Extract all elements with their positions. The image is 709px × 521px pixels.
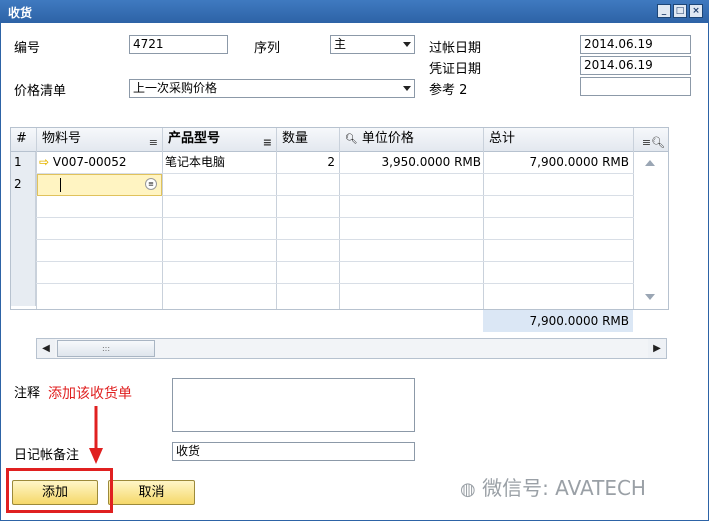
price-list-value: 上一次采购价格: [133, 81, 218, 95]
table-row[interactable]: [11, 218, 668, 240]
table-row[interactable]: 2 ≡: [11, 174, 668, 196]
table-row[interactable]: [11, 262, 668, 284]
reference-label: 参考 2: [429, 83, 468, 98]
model-cell[interactable]: 笔记本电脑: [165, 152, 275, 174]
posting-date-label: 过帐日期: [429, 41, 482, 56]
col-header-total[interactable]: 总计: [484, 128, 634, 152]
chevron-down-icon[interactable]: [403, 86, 411, 91]
text-cursor: [60, 178, 61, 192]
row-number: [11, 218, 36, 240]
scroll-right-icon[interactable]: ▶: [648, 339, 666, 358]
item-no-input[interactable]: ≡: [37, 174, 162, 196]
number-label: 编号: [14, 41, 41, 56]
series-dropdown[interactable]: 主: [330, 35, 415, 54]
title-bar: 收货 _ □ ×: [0, 0, 709, 23]
number-field[interactable]: 4721: [129, 35, 228, 54]
grid-header: # 物料号 ≡ 产品型号 ≡ 数量 🔍︎ 单位价格 总计 ≡🔍︎: [11, 128, 668, 152]
table-row[interactable]: [11, 240, 668, 262]
horizontal-scrollbar[interactable]: ◀ ::: ▶: [36, 338, 667, 359]
column-menu-icon[interactable]: ≡: [263, 132, 272, 152]
table-row[interactable]: 1 ⇨ V007-00052 笔记本电脑 2 3,950.0000 RMB 7,…: [11, 152, 668, 174]
window-title: 收货: [8, 6, 33, 20]
vertical-scrollbar[interactable]: [634, 152, 668, 309]
item-no-cell[interactable]: ⇨ V007-00052: [39, 152, 161, 174]
row-number: [11, 240, 36, 262]
choose-from-list-icon[interactable]: ≡: [145, 178, 157, 190]
price-list-dropdown[interactable]: 上一次采购价格: [129, 79, 415, 98]
watermark: ◍ 微信号: AVATECH: [460, 472, 646, 501]
annotation-arrow-icon: [89, 406, 103, 464]
col-header-qty-label: 数量: [282, 131, 309, 146]
cancel-button[interactable]: 取消: [108, 480, 195, 505]
unit-price-cell[interactable]: 3,950.0000 RMB: [342, 152, 481, 174]
price-list-label: 价格清单: [14, 84, 67, 99]
col-settings[interactable]: ≡🔍︎: [634, 128, 668, 152]
reference-field[interactable]: [580, 77, 691, 96]
journal-remark-field[interactable]: 收货: [172, 442, 415, 461]
total-cell[interactable]: 7,900.0000 RMB: [486, 152, 629, 174]
row-number: 2: [11, 174, 36, 196]
journal-remark-label: 日记帐备注: [14, 448, 80, 463]
column-menu-icon[interactable]: ≡: [149, 132, 158, 152]
row-number: [11, 262, 36, 284]
column-settings-icon[interactable]: ≡🔍︎: [642, 132, 665, 152]
item-grid: # 物料号 ≡ 产品型号 ≡ 数量 🔍︎ 单位价格 总计 ≡🔍︎ 1 ⇨ V00…: [10, 127, 669, 310]
col-header-item-no[interactable]: 物料号 ≡: [37, 128, 163, 152]
col-header-item-no-label: 物料号: [42, 131, 82, 146]
col-header-unit-price[interactable]: 🔍︎ 单位价格: [340, 128, 484, 152]
col-header-total-label: 总计: [489, 131, 516, 146]
chevron-down-icon[interactable]: [403, 42, 411, 47]
series-value: 主: [334, 37, 347, 51]
doc-date-field[interactable]: 2014.06.19: [580, 56, 691, 75]
scroll-thumb[interactable]: :::: [57, 340, 155, 357]
row-number: [11, 196, 36, 218]
watermark-text: 微信号: AVATECH: [482, 476, 646, 500]
annotation-highlight-box: [6, 468, 113, 513]
col-header-qty[interactable]: 数量: [277, 128, 340, 152]
col-header-model-label: 产品型号: [168, 131, 221, 146]
link-arrow-icon[interactable]: ⇨: [39, 155, 49, 169]
minimize-icon[interactable]: _: [657, 4, 671, 18]
qty-cell[interactable]: 2: [279, 152, 335, 174]
doc-date-label: 凭证日期: [429, 62, 482, 77]
col-header-model[interactable]: 产品型号 ≡: [163, 128, 277, 152]
scroll-up-icon[interactable]: [645, 160, 655, 166]
col-header-num: #: [11, 128, 37, 152]
remarks-label: 注释: [14, 386, 41, 401]
wechat-icon: ◍: [460, 479, 476, 500]
row-number: 1: [11, 152, 36, 174]
annotation-text: 添加该收货单: [48, 386, 132, 402]
col-header-unit-price-label: 单位价格: [361, 131, 414, 146]
row-number: [11, 284, 36, 306]
table-row[interactable]: [11, 284, 668, 306]
search-icon: 🔍︎: [345, 134, 358, 145]
scroll-down-icon[interactable]: [645, 294, 655, 300]
series-label: 序列: [254, 41, 281, 56]
maximize-icon[interactable]: □: [673, 4, 687, 18]
posting-date-field[interactable]: 2014.06.19: [580, 35, 691, 54]
remarks-textarea[interactable]: [172, 378, 415, 432]
scroll-left-icon[interactable]: ◀: [37, 339, 55, 358]
grid-footer-total: 7,900.0000 RMB: [483, 310, 633, 332]
table-row[interactable]: [11, 196, 668, 218]
close-icon[interactable]: ×: [689, 4, 703, 18]
item-no-value: V007-00052: [52, 155, 127, 169]
